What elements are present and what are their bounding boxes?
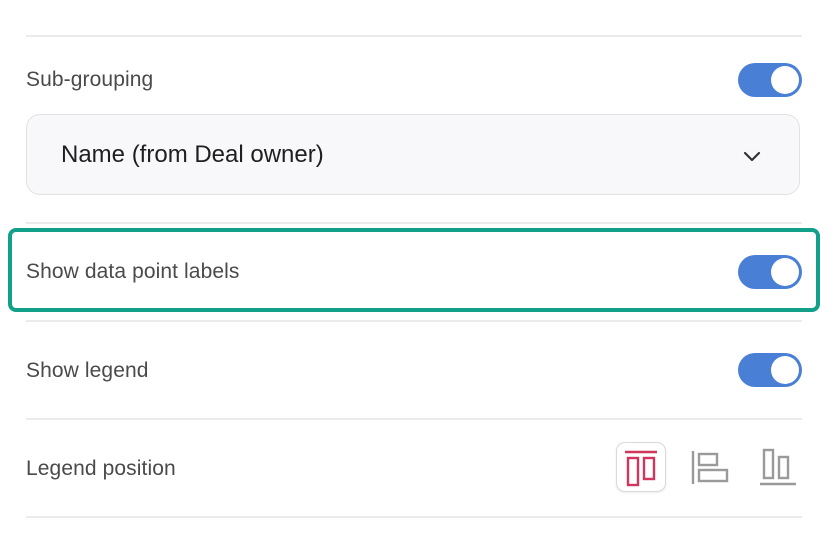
legend-position-left-button[interactable] [686, 442, 736, 492]
toggle-knob [771, 66, 799, 94]
toggle-knob [771, 356, 799, 384]
legend-position-bottom-button[interactable] [754, 442, 804, 492]
legend-bottom-icon [760, 448, 796, 486]
toggle-knob [771, 258, 799, 286]
show-data-point-labels-toggle[interactable] [738, 255, 802, 289]
show-legend-label: Show legend [26, 359, 149, 382]
sub-grouping-label: Sub-grouping [26, 68, 154, 91]
sub-grouping-select[interactable]: Name (from Deal owner) [26, 114, 800, 195]
legend-top-icon [625, 450, 657, 487]
sub-grouping-select-value: Name (from Deal owner) [61, 141, 324, 168]
divider [26, 320, 802, 322]
divider [26, 418, 802, 420]
chevron-down-icon [743, 151, 761, 162]
show-legend-toggle[interactable] [738, 353, 802, 387]
legend-position-top-button[interactable] [616, 442, 666, 492]
legend-position-label: Legend position [26, 457, 176, 480]
divider [26, 222, 802, 224]
chart-settings-panel: Sub-grouping Name (from Deal owner) Show… [0, 0, 836, 538]
divider [26, 35, 802, 37]
show-data-point-labels-label: Show data point labels [26, 260, 240, 283]
legend-left-icon [691, 451, 729, 484]
sub-grouping-toggle[interactable] [738, 63, 802, 97]
divider [26, 516, 802, 518]
